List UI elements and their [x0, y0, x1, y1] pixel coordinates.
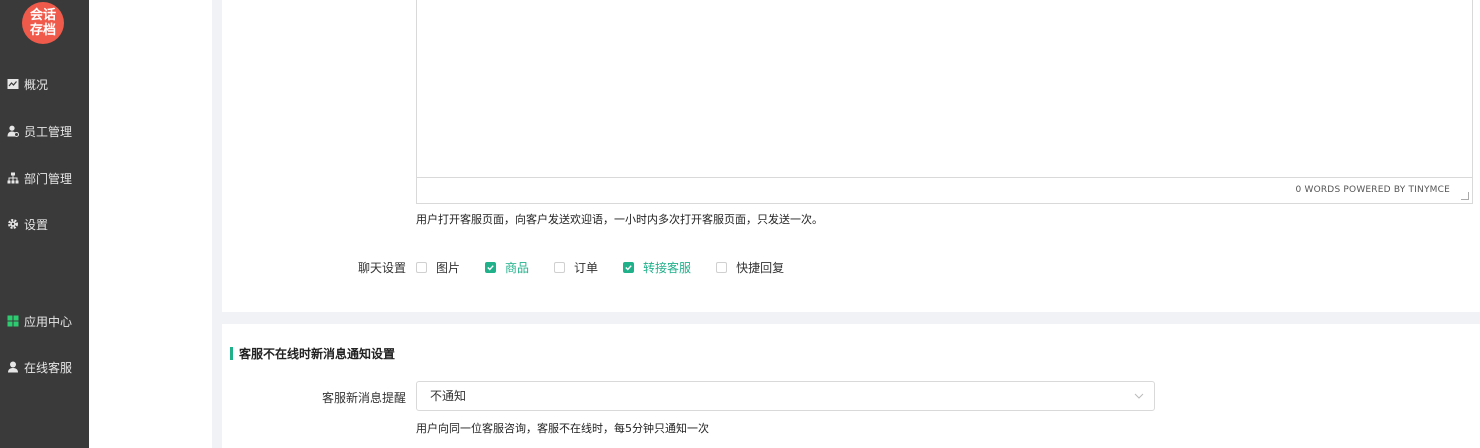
sidebar-item-online-support[interactable]: 在线客服: [7, 357, 72, 377]
offline-hint-text: 用户向同一位客服咨询，客服不在线时，每5分钟只通知一次: [416, 422, 709, 435]
app-logo[interactable]: 会话 存档: [22, 2, 64, 44]
check-icon: [625, 264, 632, 271]
sidebar-item-label: 在线客服: [24, 360, 73, 375]
checkbox-label: 订单: [574, 260, 599, 275]
logo-line-1: 会话: [29, 8, 56, 23]
welcome-message-editor[interactable]: 0 WORDS POWERED BY TINYMCE: [416, 0, 1473, 204]
checkbox-box[interactable]: [623, 261, 635, 273]
checkbox-transfer-agent[interactable]: 转接客服: [623, 259, 691, 276]
secondary-nav-panel: [89, 0, 212, 448]
sidebar-item-staff[interactable]: 员工管理: [7, 121, 72, 141]
user-gear-icon: [7, 125, 19, 137]
editor-word-count: 0 WORDS POWERED BY TINYMCE: [1295, 185, 1450, 195]
checkbox-box[interactable]: [554, 261, 566, 273]
checkbox-quick-reply[interactable]: 快捷回复: [716, 259, 784, 276]
section-accent-bar: [230, 346, 233, 360]
checkbox-box[interactable]: [416, 261, 427, 273]
sidebar-item-label: 设置: [24, 217, 49, 232]
sidebar-item-settings[interactable]: 设置: [7, 214, 48, 234]
checkbox-box[interactable]: [716, 261, 728, 273]
checkbox-order[interactable]: 订单: [554, 259, 598, 276]
checkbox-box[interactable]: [485, 261, 497, 273]
chat-settings-options: 图片 商品 订单 转接客服 快捷回复: [416, 259, 809, 275]
support-agent-icon: [7, 361, 19, 373]
welcome-hint-text: 用户打开客服页面，向客户发送欢迎语，一小时内多次打开客服页面，只发送一次。: [416, 213, 823, 226]
checkbox-label: 图片: [436, 260, 461, 275]
resize-handle-icon[interactable]: [1461, 192, 1469, 200]
new-message-alert-label: 客服新消息提醒: [321, 391, 406, 405]
sidebar-item-label: 员工管理: [24, 124, 73, 139]
sidebar-item-departments[interactable]: 部门管理: [7, 168, 72, 188]
checkbox-label: 商品: [505, 260, 530, 275]
sidebar-item-overview[interactable]: 概况: [7, 74, 48, 94]
org-chart-icon: [7, 172, 19, 184]
chevron-down-icon: [1134, 393, 1144, 399]
section-title: 客服不在线时新消息通知设置: [230, 346, 396, 361]
sidebar-item-app-center[interactable]: 应用中心: [7, 311, 72, 331]
sidebar-item-label: 概况: [24, 77, 49, 92]
select-value: 不通知: [430, 389, 467, 403]
logo-line-2: 存档: [29, 23, 56, 38]
chat-settings-label: 聊天设置: [357, 261, 406, 275]
checkbox-product[interactable]: 商品: [485, 259, 529, 276]
section-title-text: 客服不在线时新消息通知设置: [239, 346, 396, 361]
grid-icon: [7, 315, 19, 327]
chart-icon: [7, 78, 19, 90]
sidebar-item-label: 应用中心: [24, 314, 73, 329]
sidebar: 会话 存档 概况 员工管理 部门管理 设置 应用中心 在线客服: [0, 0, 89, 448]
sidebar-item-label: 部门管理: [24, 171, 73, 186]
new-message-alert-select[interactable]: 不通知: [416, 381, 1155, 411]
gear-icon: [7, 218, 19, 230]
checkbox-label: 转接客服: [643, 260, 692, 275]
checkbox-label: 快捷回复: [736, 260, 785, 275]
checkbox-image[interactable]: 图片: [416, 259, 460, 276]
editor-status-bar: 0 WORDS POWERED BY TINYMCE: [417, 177, 1472, 203]
check-icon: [487, 264, 494, 271]
